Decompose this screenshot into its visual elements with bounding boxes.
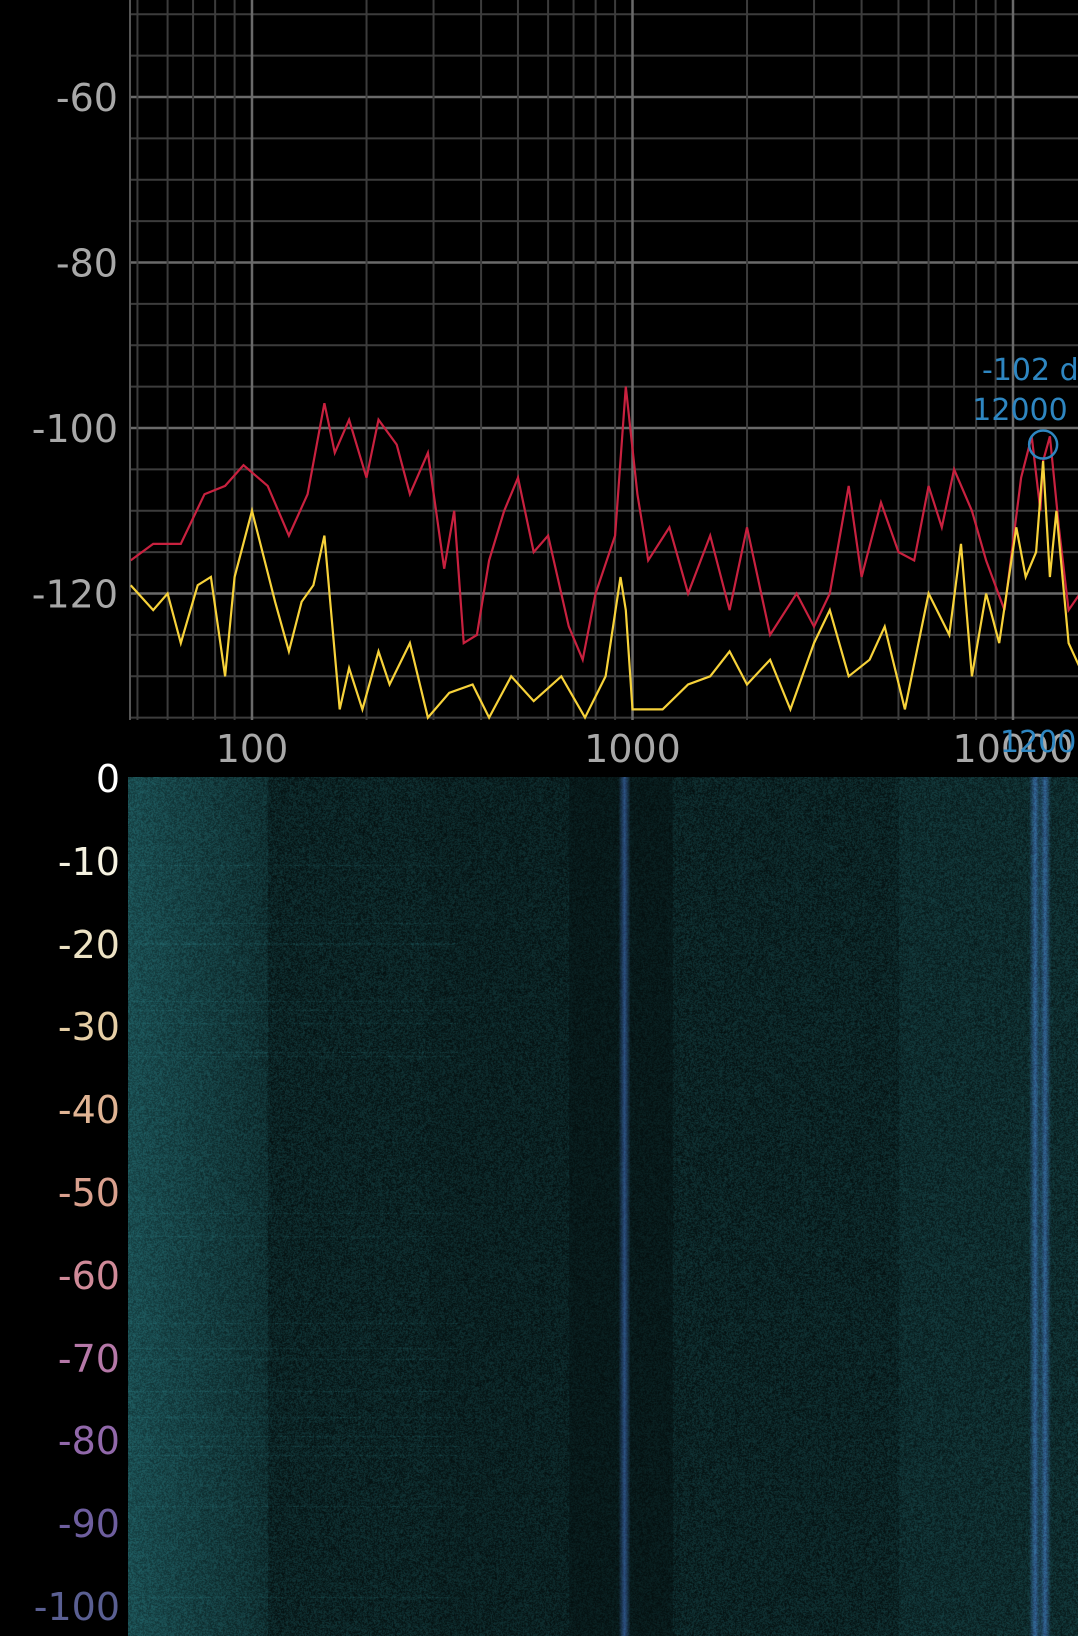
spectrogram-y-tick-label: -10 — [57, 839, 120, 884]
y-tick-label: -60 — [56, 76, 118, 120]
spectrogram-y-tick-label: -40 — [57, 1088, 120, 1133]
y-tick-label: -100 — [32, 407, 118, 451]
grid — [129, 0, 1078, 720]
spectrum-chart: -60-80-100-120100 1000 10000-102 d12000120… — [32, 0, 1078, 771]
spectrogram-y-tick-label: -100 — [33, 1585, 120, 1629]
spectrogram-y-tick-label: -30 — [57, 1005, 120, 1050]
spectrogram-y-tick-label: -80 — [57, 1419, 120, 1464]
cursor-axis-label: 12000 — [1000, 725, 1078, 760]
cursor-freq-label: 12000 — [972, 393, 1067, 428]
spectrogram-y-tick-label: 0 — [95, 757, 120, 801]
y-tick-label: -80 — [56, 242, 118, 286]
x-tick-label: 100 — [216, 727, 289, 771]
spectrogram-y-tick-label: -90 — [57, 1502, 120, 1547]
spectrogram — [128, 777, 1078, 1636]
y-tick-label: -120 — [32, 573, 118, 617]
spectrogram-y-tick-label: -70 — [57, 1336, 120, 1381]
spectrogram-y-tick-label: -50 — [57, 1171, 120, 1215]
x-tick-label: 1000 — [584, 727, 681, 771]
spectrogram-y-tick-label: -60 — [57, 1253, 120, 1298]
cursor-db-label: -102 d — [982, 353, 1078, 388]
spectrogram-y-tick-label: -20 — [57, 922, 120, 967]
